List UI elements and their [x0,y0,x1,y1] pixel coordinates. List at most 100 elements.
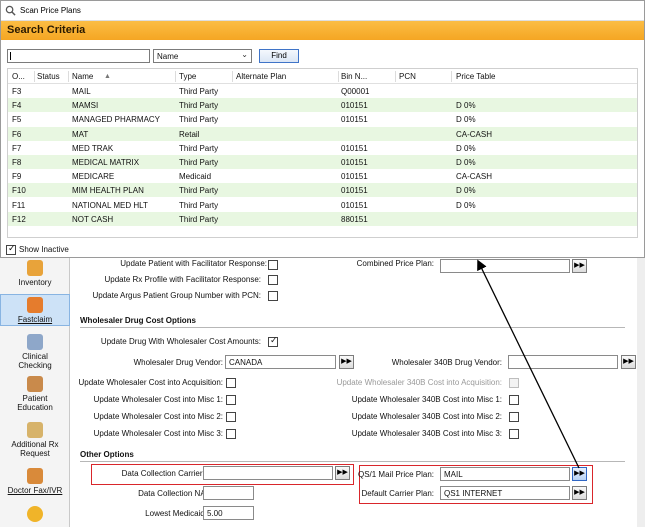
show-inactive-checkbox[interactable] [6,243,16,255]
nav-item-partial[interactable] [0,506,70,526]
sort-ascending-icon: ▲ [104,73,111,80]
wholesaler-vendor-field[interactable]: CANADA [225,355,336,369]
cell-name: NATIONAL MED HLT [72,200,148,210]
update-cost-misc3-checkbox[interactable] [226,429,236,439]
fastclaim-icon [27,297,43,313]
table-row[interactable]: F4 MAMSI Third Party 010151 D 0% [8,98,637,113]
update-patient-facilitator-checkbox[interactable] [268,260,278,270]
search-input[interactable] [7,49,150,63]
wholesaler-340b-vendor-field[interactable] [508,355,618,369]
cell-bin: 010151 [341,172,368,182]
column-separator[interactable] [338,71,339,82]
nav-item-fastclaim[interactable]: Fastclaim [0,294,70,326]
column-header-price-table[interactable]: Price Table [456,72,495,81]
column-separator[interactable] [451,71,452,82]
wholesaler-340b-vendor-label: Wholesaler 340B Drug Vendor: [391,358,502,367]
update-340b-misc2-checkbox[interactable] [509,412,519,422]
cell-name: MEDICAL MATRIX [72,158,140,167]
fastclaim-form: Update Patient with Facilitator Response… [74,256,645,527]
table-row[interactable]: F10 MIM HEALTH PLAN Third Party 010151 D 0% [8,183,637,198]
update-340b-misc3-checkbox[interactable] [509,429,519,439]
nav-item-clinical-checking[interactable]: Clinical Checking [0,334,70,370]
column-separator[interactable] [395,71,396,82]
cell-price-table: D 0% [456,186,476,196]
section-divider [80,327,625,328]
data-collection-nabp-field[interactable] [203,486,254,500]
column-header-bin[interactable]: Bin N... [341,72,367,81]
default-carrier-plan-field[interactable]: QS1 INTERNET [440,486,570,500]
table-row[interactable]: F5 MANAGED PHARMACY Third Party 010151 D 0% [8,112,637,126]
update-argus-checkbox[interactable] [268,291,278,301]
lowest-medicaid-fee-field[interactable]: 5.00 [203,506,254,520]
cell-price-table: D 0% [456,200,476,210]
coin-icon [27,506,43,522]
table-row[interactable]: F3 MAIL Third Party Q00001 [8,84,637,98]
column-header-id[interactable]: O... [12,72,25,81]
column-separator[interactable] [34,71,35,82]
table-row[interactable]: F11 NATIONAL MED HLT Third Party 010151 D 0% [8,198,637,212]
column-header-status[interactable]: Status [37,72,60,81]
dialog-titlebar[interactable]: Scan Price Plans [1,1,644,21]
combined-price-plan-lookup-button[interactable]: ▶▶ [572,259,587,273]
cell-id: F10 [12,186,26,196]
update-drug-wholesaler-checkbox[interactable] [268,335,278,347]
column-separator[interactable] [68,71,69,82]
cell-bin: 010151 [341,158,368,167]
column-header-name[interactable]: Name [72,72,93,81]
column-header-alternate-plan[interactable]: Alternate Plan [236,72,286,81]
wholesaler-340b-vendor-lookup-button[interactable]: ▶▶ [621,355,636,369]
cell-price-table: D 0% [456,101,476,111]
cell-id: F8 [12,158,22,167]
cell-type: Retail [179,129,200,139]
update-rx-profile-checkbox[interactable] [268,275,278,285]
column-header-pcn[interactable]: PCN [399,72,416,81]
cell-type: Third Party [179,101,219,111]
search-field-select[interactable]: Name ⌄ [153,49,252,63]
column-separator[interactable] [175,71,176,82]
cell-bin: 880151 [341,214,368,224]
update-rx-profile-label: Update Rx Profile with Facilitator Respo… [104,275,261,284]
update-argus-label: Update Argus Patient Group Number with P… [92,291,261,300]
nav-item-additional-rx-request[interactable]: Additional Rx Request [0,422,70,458]
update-cost-misc1-label: Update Wholesaler Cost into Misc 1: [93,395,223,404]
cell-price-table: CA-CASH [456,129,493,139]
update-cost-misc1-checkbox[interactable] [226,395,236,405]
default-carrier-plan-lookup-button[interactable]: ▶▶ [572,486,587,500]
update-cost-misc2-label: Update Wholesaler Cost into Misc 2: [93,412,223,421]
update-340b-misc3-label: Update Wholesaler 340B Cost into Misc 3: [351,429,502,438]
fastclaim-settings-window: Inventory Fastclaim Clinical Checking Pa… [0,256,645,527]
cell-bin: 010151 [341,200,368,210]
update-340b-misc1-checkbox[interactable] [509,395,519,405]
table-row[interactable]: F8 MEDICAL MATRIX Third Party 010151 D 0% [8,155,637,169]
find-button[interactable]: Find [259,49,299,63]
nav-label: Clinical Checking [18,352,52,370]
nav-item-inventory[interactable]: Inventory [0,260,70,288]
column-header-type[interactable]: Type [179,72,196,81]
nav-item-doctor-fax-ivr[interactable]: Doctor Fax/IVR [0,468,70,498]
additional-rx-icon [27,422,43,438]
nav-label: Doctor Fax/IVR [7,486,63,495]
wholesaler-vendor-label: Wholesaler Drug Vendor: [133,358,223,367]
table-row[interactable]: F6 MAT Retail CA-CASH [8,126,637,141]
wholesaler-vendor-lookup-button[interactable]: ▶▶ [339,355,354,369]
qs1-mail-price-plan-lookup-button[interactable]: ▶▶ [572,467,587,481]
data-collection-carrier-field[interactable] [203,466,333,480]
cell-id: F9 [12,172,22,182]
data-collection-carrier-lookup-button[interactable]: ▶▶ [335,466,350,480]
inventory-icon [27,260,43,276]
table-row[interactable]: F9 MEDICARE Medicaid 010151 CA-CASH [8,169,637,183]
cell-name: MANAGED PHARMACY [72,115,161,125]
qs1-mail-price-plan-field[interactable]: MAIL [440,467,570,481]
cell-name: MAT [72,129,89,139]
form-scrollbar[interactable] [637,256,645,527]
column-separator[interactable] [232,71,233,82]
table-row[interactable]: F7 MED TRAK Third Party 010151 D 0% [8,141,637,155]
update-340b-misc1-label: Update Wholesaler 340B Cost into Misc 1: [351,395,502,404]
combined-price-plan-field[interactable] [440,259,570,273]
table-row[interactable]: F12 NOT CASH Third Party 880151 [8,211,637,226]
update-patient-facilitator-label: Update Patient with Facilitator Response… [120,259,267,268]
nav-item-patient-education[interactable]: Patient Education [0,376,70,412]
section-divider [80,461,625,462]
update-cost-acquisition-checkbox[interactable] [226,378,236,388]
update-cost-misc2-checkbox[interactable] [226,412,236,422]
